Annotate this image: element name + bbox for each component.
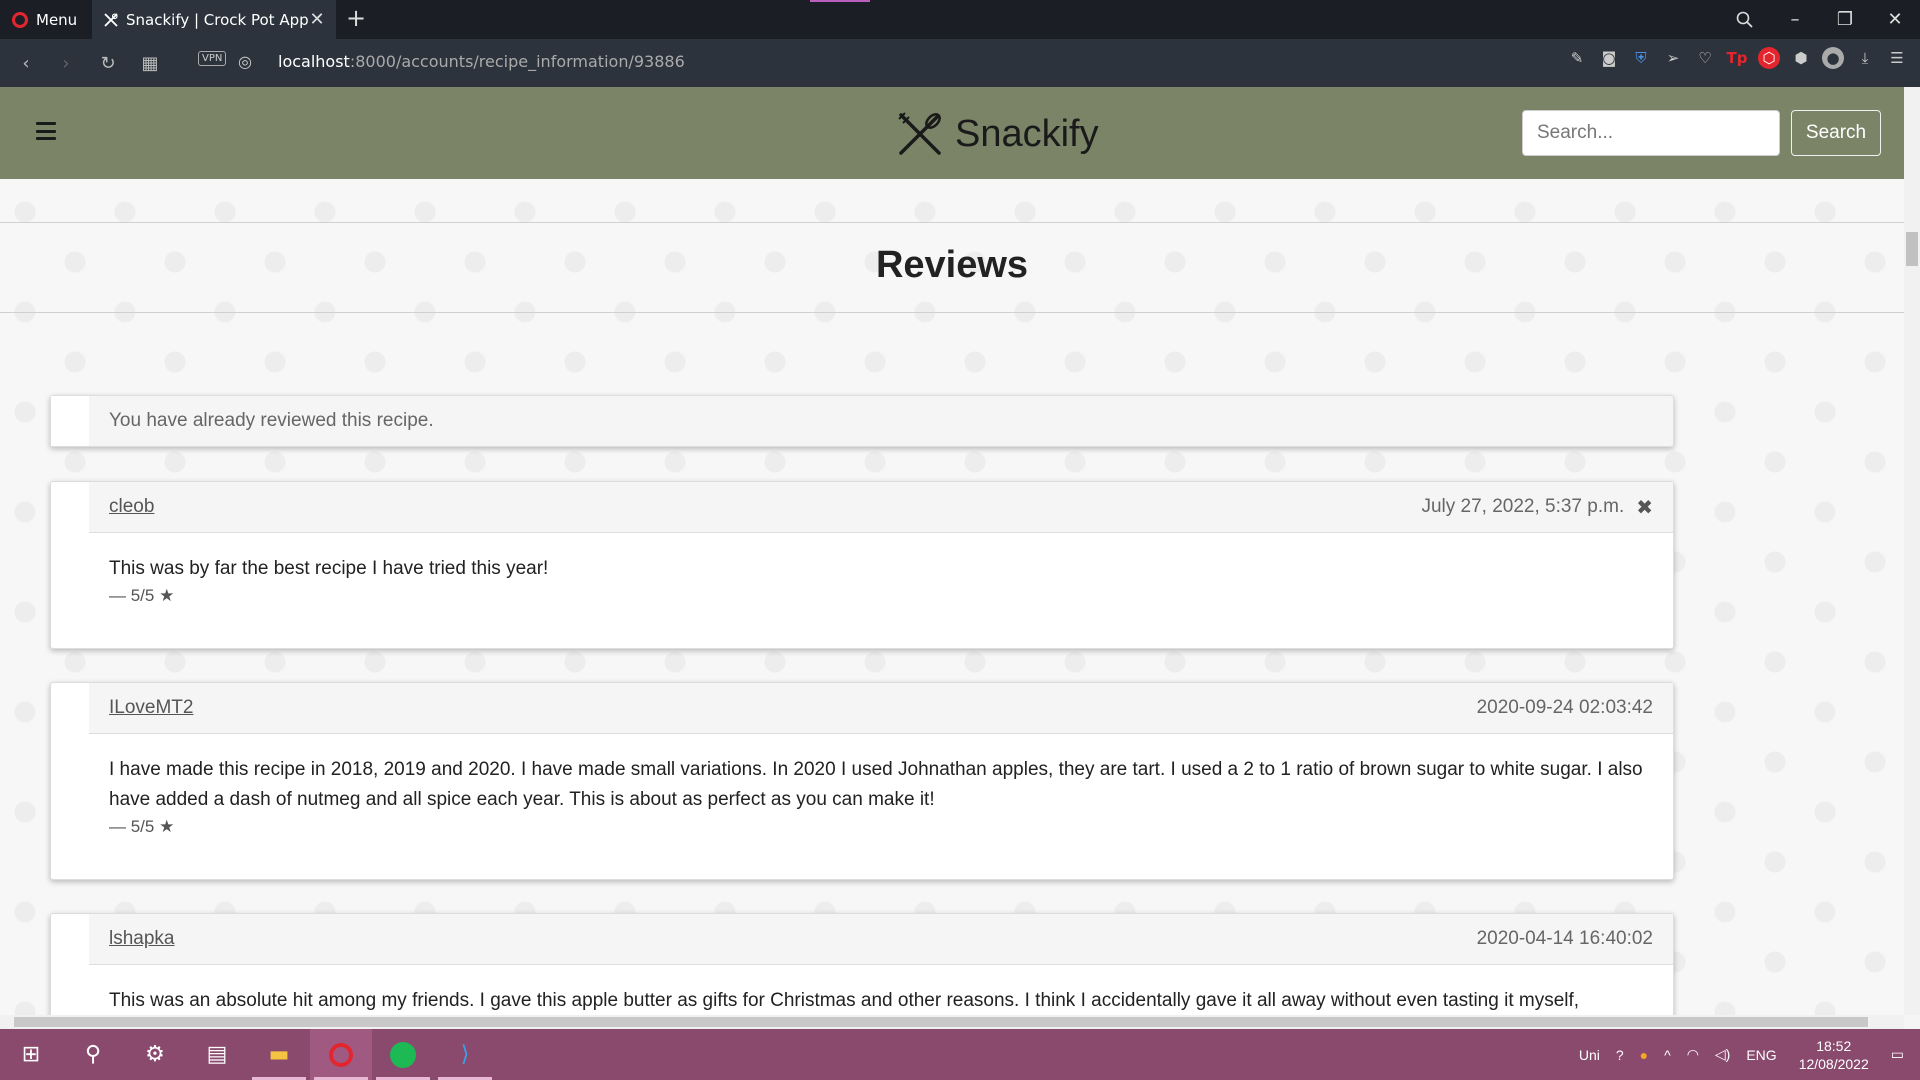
- window-close-icon[interactable]: ✕: [1870, 0, 1920, 39]
- vpn-badge[interactable]: VPN: [198, 51, 227, 66]
- review-card: ILoveMT2 2020-09-24 02:03:42 I have made…: [50, 682, 1674, 880]
- adblock-icon[interactable]: ⬡: [1758, 47, 1780, 69]
- review-card: lshapka 2020-04-14 16:40:02 This was an …: [50, 913, 1674, 1015]
- review-rating: — 5/5 ★: [109, 586, 175, 605]
- clock-time: 18:52: [1816, 1037, 1852, 1054]
- new-tab-icon[interactable]: +: [346, 4, 366, 32]
- opera-logo-icon: [12, 11, 28, 28]
- review-username-link[interactable]: cleob: [109, 496, 1421, 518]
- review-rating: — 5/5 ★: [109, 817, 175, 836]
- review-header: cleob July 27, 2022, 5:37 p.m. ✖: [89, 482, 1673, 533]
- minimize-icon[interactable]: –: [1770, 0, 1820, 39]
- review-date: July 27, 2022, 5:37 p.m.: [1421, 496, 1625, 517]
- opera-taskbar-icon[interactable]: [310, 1029, 372, 1080]
- site-navbar: Snackify Search: [0, 87, 1904, 179]
- network-icon[interactable]: ◠: [1679, 1046, 1707, 1063]
- review-header: lshapka 2020-04-14 16:40:02: [89, 914, 1673, 965]
- delete-review-icon[interactable]: ✖: [1636, 495, 1653, 520]
- review-body: This was an absolute hit among my friend…: [109, 986, 1653, 1015]
- search-button[interactable]: Search: [1791, 110, 1881, 156]
- vscode-icon[interactable]: ⟩: [434, 1029, 496, 1080]
- browser-tab-strip: Menu Snackify | Crock Pot Apple ✕ + – ❐ …: [0, 0, 1920, 39]
- review-text: This was an absolute hit among my friend…: [109, 990, 1580, 1011]
- search-input[interactable]: [1522, 110, 1780, 156]
- review-body: This was by far the best recipe I have t…: [109, 554, 1653, 608]
- snackify-favicon-icon: [104, 12, 118, 27]
- clock-date: 12/08/2022: [1798, 1055, 1869, 1072]
- windows-start-icon[interactable]: ⊞: [0, 1029, 62, 1080]
- tp-extension-icon[interactable]: Tp: [1726, 47, 1748, 69]
- volume-icon[interactable]: ◁): [1707, 1046, 1738, 1063]
- profile-avatar-icon[interactable]: ●: [1822, 47, 1844, 69]
- taskbar-search-icon[interactable]: ⚲: [62, 1029, 124, 1080]
- tab-title: Snackify | Crock Pot Apple: [126, 10, 308, 29]
- cube-icon[interactable]: ⬢: [1790, 47, 1812, 69]
- browser-tab-active[interactable]: Snackify | Crock Pot Apple ✕: [92, 0, 336, 39]
- extension-icons: ✎ ◙ ⛨ ➢ ♡ Tp ⬡ ⬢ ● ⤓ ☰: [1566, 47, 1908, 69]
- forward-icon[interactable]: ›: [50, 47, 82, 79]
- review-date: 2020-09-24 02:03:42: [1476, 697, 1653, 718]
- review-card: cleob July 27, 2022, 5:37 p.m. ✖ This wa…: [50, 481, 1674, 649]
- review-header: ILoveMT2 2020-09-24 02:03:42: [89, 683, 1673, 734]
- input-method-short[interactable]: Uni: [1571, 1047, 1608, 1063]
- divider-bottom: [0, 312, 1904, 313]
- url-path: :8000/accounts/recipe_information/93886: [349, 52, 685, 71]
- star-icon: ★: [159, 586, 175, 605]
- address-bar: ‹ › ↻ ▦ VPN ◎ localhost:8000/accounts/re…: [0, 39, 1920, 87]
- already-reviewed-notice: You have already reviewed this recipe.: [50, 395, 1674, 447]
- divider-top: [0, 222, 1904, 223]
- tab-grid-icon[interactable]: ▦: [134, 47, 166, 79]
- tray-chevron-icon[interactable]: ^: [1656, 1047, 1679, 1063]
- brand-link[interactable]: Snackify: [893, 107, 1099, 161]
- tab-indicator: [810, 0, 870, 2]
- remote-desktop-icon[interactable]: ▤: [186, 1029, 248, 1080]
- camera-icon[interactable]: ◙: [1598, 47, 1620, 69]
- review-username-link[interactable]: ILoveMT2: [109, 697, 1477, 719]
- browser-search-icon[interactable]: [1720, 0, 1770, 39]
- download-icon[interactable]: ⤓: [1854, 47, 1876, 69]
- spotify-icon[interactable]: [372, 1029, 434, 1080]
- menu-label: Menu: [36, 10, 78, 29]
- back-icon[interactable]: ‹: [10, 47, 42, 79]
- review-date: 2020-04-14 16:40:02: [1476, 928, 1653, 949]
- review-body: I have made this recipe in 2018, 2019 an…: [109, 755, 1653, 839]
- scrollbar-thumb[interactable]: [14, 1017, 1868, 1027]
- reviews-heading: Reviews: [875, 244, 1029, 286]
- brand-name: Snackify: [955, 112, 1099, 155]
- heart-icon[interactable]: ♡: [1694, 47, 1716, 69]
- review-username-link[interactable]: lshapka: [109, 928, 1477, 950]
- horizontal-scrollbar[interactable]: [0, 1015, 1904, 1029]
- restore-icon[interactable]: ❐: [1820, 0, 1870, 39]
- send-icon[interactable]: ➢: [1662, 47, 1684, 69]
- review-text: This was by far the best recipe I have t…: [109, 558, 549, 579]
- hamburger-menu-icon[interactable]: [36, 122, 56, 140]
- snackify-logo-icon: [898, 112, 941, 155]
- opera-menu-button[interactable]: Menu: [0, 0, 91, 39]
- system-tray: Uni ? ● ^ ◠ ◁) ENG 18:52 12/08/2022 ▭: [1571, 1029, 1920, 1080]
- vertical-scrollbar[interactable]: [1904, 87, 1920, 1015]
- taskbar-clock[interactable]: 18:52 12/08/2022: [1785, 1037, 1883, 1073]
- url-field[interactable]: localhost:8000/accounts/recipe_informati…: [278, 52, 685, 71]
- tab-close-icon[interactable]: ✕: [308, 9, 326, 30]
- scrollbar-thumb[interactable]: [1906, 232, 1918, 266]
- star-icon: ★: [159, 817, 175, 836]
- settings-gear-icon[interactable]: ⚙: [124, 1029, 186, 1080]
- reload-icon[interactable]: ↻: [92, 47, 124, 79]
- url-host: localhost: [278, 52, 350, 71]
- snapshot-edit-icon[interactable]: ✎: [1566, 47, 1588, 69]
- shield-check-icon[interactable]: ⛨: [1630, 47, 1652, 69]
- site-info-icon[interactable]: ◎: [238, 52, 252, 71]
- notice-text: You have already reviewed this recipe.: [109, 410, 434, 431]
- review-text: I have made this recipe in 2018, 2019 an…: [109, 759, 1643, 810]
- easy-setup-icon[interactable]: ☰: [1886, 47, 1908, 69]
- windows-taskbar: ⊞ ⚲ ⚙ ▤ ▬ ⟩ Uni ? ● ^ ◠ ◁) ENG 18:52 12/…: [0, 1029, 1920, 1080]
- notification-app-icon[interactable]: ●: [1632, 1047, 1656, 1063]
- help-icon[interactable]: ?: [1608, 1047, 1632, 1063]
- language-indicator[interactable]: ENG: [1738, 1047, 1784, 1063]
- notifications-icon[interactable]: ▭: [1883, 1046, 1920, 1063]
- page-viewport: Snackify Search Reviews You have already…: [0, 87, 1904, 1015]
- file-explorer-icon[interactable]: ▬: [248, 1029, 310, 1080]
